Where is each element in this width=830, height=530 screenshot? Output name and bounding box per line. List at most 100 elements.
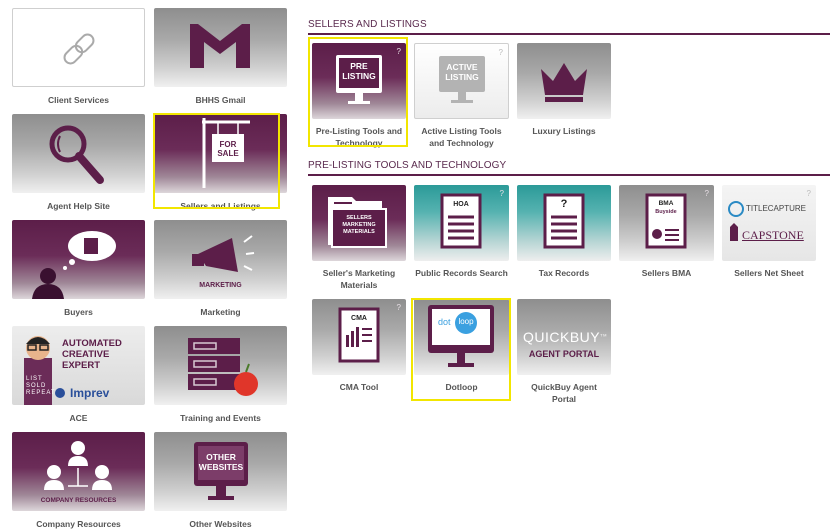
tile-ace[interactable]: AUTOMATED CREATIVE EXPERT LIST SOLD REPE… xyxy=(12,326,145,424)
tile-other-websites[interactable]: OTHER WEBSITES Other Websites xyxy=(154,432,287,529)
link-icon xyxy=(63,33,95,65)
tile-bhhs-gmail[interactable]: BHHS Gmail xyxy=(154,8,287,106)
tile-tax-records[interactable]: ? Tax Records xyxy=(517,185,611,291)
document-chart-icon xyxy=(338,307,380,363)
active-listing-art: ACTIVE LISTING xyxy=(439,62,485,82)
tile-quickbuy-agent-portal[interactable]: QUICKBUYTM AGENT PORTAL QuickBuy Agent P… xyxy=(517,299,611,405)
tile-label: Sellers Net Sheet xyxy=(722,267,816,279)
ace-badge: LIST SOLD REPEAT xyxy=(26,376,56,397)
art-line-1: PRE xyxy=(350,61,368,71)
tile-sellers-marketing-materials[interactable]: SELLERS MARKETING MATERIALS Seller's Mar… xyxy=(312,185,406,291)
label-line-2: and Technology xyxy=(429,138,494,148)
tile-public-records-search[interactable]: ? HOA Public Records Search xyxy=(414,185,509,291)
tile-client-services[interactable]: Client Services xyxy=(12,8,145,106)
label-line-1: Active Listing Tools xyxy=(421,126,502,136)
bhhs-gmail-thumb xyxy=(154,8,287,87)
ace-line-2: CREATIVE xyxy=(62,349,110,360)
tile-dotloop[interactable]: dot loop Dotloop xyxy=(411,298,511,401)
pre-listing-thumb: ? PRE LISTING xyxy=(312,43,406,119)
ace-line-3: EXPERT xyxy=(62,360,101,371)
tile-sellers-bma[interactable]: ? BMA Buyside Sellers BMA xyxy=(619,185,714,291)
magnifier-icon xyxy=(49,125,104,184)
tile-buyers[interactable]: Buyers xyxy=(12,220,145,318)
label-line-1: Seller's Marketing xyxy=(322,268,396,278)
help-icon[interactable]: ? xyxy=(499,48,503,57)
document-icon xyxy=(645,193,687,249)
sellers-bma-thumb: ? BMA Buyside xyxy=(619,185,714,261)
quickbuy-wordmark: QUICKBUY xyxy=(523,329,601,345)
art-line-2: LISTING xyxy=(342,71,376,81)
sellers-net-sheet-thumb: ? TITLECAPTURE CAPSTONE xyxy=(722,185,816,261)
buyside-text: Buyside xyxy=(655,209,677,215)
other-line-1: OTHER xyxy=(206,452,236,462)
tile-marketing[interactable]: MARKETING Marketing xyxy=(154,220,287,318)
ace-title: AUTOMATED CREATIVE EXPERT xyxy=(62,338,122,371)
help-icon[interactable]: ? xyxy=(397,303,401,312)
tile-pre-listing-tools[interactable]: ? PRE LISTING Pre-Listing Tools and Tech… xyxy=(308,37,408,149)
label-line-2: Materials xyxy=(340,280,378,290)
tile-training-and-events[interactable]: Training and Events xyxy=(154,326,287,424)
tile-luxury-listings[interactable]: Luxury Listings xyxy=(517,43,611,149)
sellers-marketing-art: SELLERS MARKETING MATERIALS xyxy=(332,215,386,236)
monitor-icon xyxy=(428,305,494,367)
pre-listing-art: PRE LISTING xyxy=(339,61,379,81)
help-icon[interactable]: ? xyxy=(500,189,504,198)
tile-label: Active Listing Tools and Technology xyxy=(414,125,509,149)
crown-icon xyxy=(541,63,587,102)
help-icon[interactable]: ? xyxy=(705,189,709,198)
tile-company-resources[interactable]: COMPANY RESOURCES Company Resources xyxy=(12,432,145,529)
tile-label: Sellers BMA xyxy=(619,267,714,279)
other-line-2: WEBSITES xyxy=(198,462,244,472)
hoa-text: HOA xyxy=(453,201,469,208)
tile-label: Luxury Listings xyxy=(517,125,611,137)
tile-label: Company Resources xyxy=(36,519,121,529)
question-mark-text: ? xyxy=(560,198,568,210)
active-listing-thumb: ? ACTIVE LISTING xyxy=(414,43,509,119)
titlecapture-text: TITLECAPTURE xyxy=(746,204,807,213)
art-line-1: ACTIVE xyxy=(446,62,478,72)
help-icon[interactable]: ? xyxy=(807,189,811,198)
tile-active-listing-tools[interactable]: ? ACTIVE LISTING Active Listing Tools an… xyxy=(414,43,509,149)
gmail-icon xyxy=(190,24,250,68)
art-line-1: SELLERS xyxy=(346,215,372,221)
tile-sellers-net-sheet[interactable]: ? TITLECAPTURE CAPSTONE Sellers Net Shee… xyxy=(722,185,816,291)
tile-label: QuickBuy Agent Portal xyxy=(517,381,611,405)
ace-thumb: AUTOMATED CREATIVE EXPERT LIST SOLD REPE… xyxy=(12,326,145,405)
tile-label: Agent Help Site xyxy=(47,201,110,211)
company-resources-thumb: COMPANY RESOURCES xyxy=(12,432,145,511)
tile-agent-help-site[interactable]: Agent Help Site xyxy=(12,114,145,212)
label-line-1: Dotloop xyxy=(445,382,478,392)
art-line-2: LISTING xyxy=(445,72,479,82)
company-resources-art-text: COMPANY RESOURCES xyxy=(40,497,117,504)
section-divider xyxy=(308,174,830,176)
tile-sellers-and-listings[interactable]: FOR SALE Sellers and Listings xyxy=(153,113,287,212)
label-line-1: Sellers Net Sheet xyxy=(734,268,804,278)
tax-records-thumb: ? xyxy=(517,185,611,261)
books-apple-icon xyxy=(188,338,258,396)
cma-text: CMA xyxy=(351,315,367,322)
cma-tool-thumb: ? CMA xyxy=(312,299,406,375)
monitor-icon xyxy=(336,55,382,104)
tile-label: CMA Tool xyxy=(312,381,406,393)
section-divider xyxy=(308,33,830,35)
tile-label: Tax Records xyxy=(517,267,611,279)
agent-help-thumb xyxy=(12,114,145,193)
tile-cma-tool[interactable]: ? CMA CMA Tool xyxy=(312,299,406,399)
badge-line-2: SOLD xyxy=(26,383,47,389)
tile-label: Public Records Search xyxy=(414,267,509,279)
for-sale-text: FOR SALE xyxy=(217,140,239,158)
buyer-dream-icon xyxy=(32,231,116,299)
tile-label: Other Websites xyxy=(189,519,252,529)
public-records-thumb: ? HOA xyxy=(414,185,509,261)
agent-portal-text: AGENT PORTAL xyxy=(528,349,600,359)
label-line-1: Sellers BMA xyxy=(641,268,692,278)
tile-label: Seller's Marketing Materials xyxy=(312,267,406,291)
help-icon[interactable]: ? xyxy=(397,47,401,56)
tile-label: Sellers and Listings xyxy=(180,201,261,211)
trademark-mark: TM xyxy=(600,332,607,338)
badge-line-3: REPEAT xyxy=(26,390,56,396)
label-line-1: Pre-Listing Tools and xyxy=(315,126,403,136)
tile-label: Pre-Listing Tools and Technology xyxy=(312,125,406,149)
label-line-1: Public Records Search xyxy=(415,268,508,278)
document-icon xyxy=(440,193,482,249)
